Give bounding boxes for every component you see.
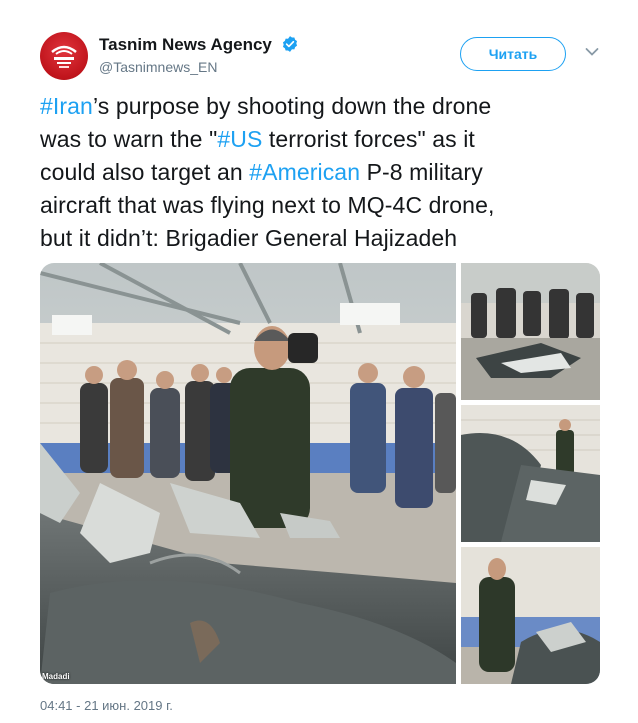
photo-credit: Madadi <box>42 672 70 681</box>
chevron-down-icon[interactable] <box>585 47 599 57</box>
tweet-text-segment: P-8 military <box>360 159 483 185</box>
drone-wreckage-photo <box>40 263 456 684</box>
verified-badge-icon <box>282 36 298 52</box>
author-handle[interactable]: @Tasnimnews_EN <box>99 59 217 75</box>
tweet-text-line: was to warn the "#US terrorist forces" a… <box>40 123 620 156</box>
media-grid: Madadi <box>40 263 600 684</box>
tweet-header: Tasnim News Agency @Tasnimnews_EN Читать <box>0 0 638 90</box>
hashtag-link[interactable]: #American <box>249 159 360 185</box>
hashtag-link[interactable]: #US <box>217 126 262 152</box>
photo-main[interactable]: Madadi <box>40 263 456 684</box>
author-name[interactable]: Tasnim News Agency <box>99 35 272 55</box>
photo-thumb-3[interactable] <box>461 547 600 684</box>
tweet-text-line: but it didn’t: Brigadier General Hajizad… <box>40 222 620 255</box>
hashtag-link[interactable]: #Iran <box>40 93 93 119</box>
follow-button[interactable]: Читать <box>460 37 566 71</box>
tweet-text-line: #Iran’s purpose by shooting down the dro… <box>40 90 620 123</box>
tweet-text-segment: but it didn’t: Brigadier General Hajizad… <box>40 225 458 251</box>
tweet-text: #Iran’s purpose by shooting down the dro… <box>40 90 620 255</box>
wreckage-closeup-photo <box>461 405 600 542</box>
photo-thumb-1[interactable] <box>461 263 600 400</box>
tweet-text-segment: terrorist forces" as it <box>262 126 475 152</box>
tweet-text-line: could also target an #American P-8 milit… <box>40 156 620 189</box>
general-with-wreckage-photo <box>461 547 600 684</box>
tweet-text-segment: could also target an <box>40 159 250 185</box>
tweet-text-segment: aircraft that was flying next to MQ-4C d… <box>40 192 495 218</box>
avatar[interactable] <box>40 32 88 80</box>
wreckage-display-photo <box>461 263 600 400</box>
tweet-text-segment: was to warn the " <box>40 126 218 152</box>
tweet-text-line: aircraft that was flying next to MQ-4C d… <box>40 189 620 222</box>
tweet-text-segment: ’s purpose by shooting down the drone <box>92 93 492 119</box>
photo-thumb-2[interactable] <box>461 405 600 542</box>
tasnim-logo-icon <box>51 45 77 68</box>
tweet-timestamp[interactable]: 04:41 - 21 июн. 2019 г. <box>40 698 173 713</box>
